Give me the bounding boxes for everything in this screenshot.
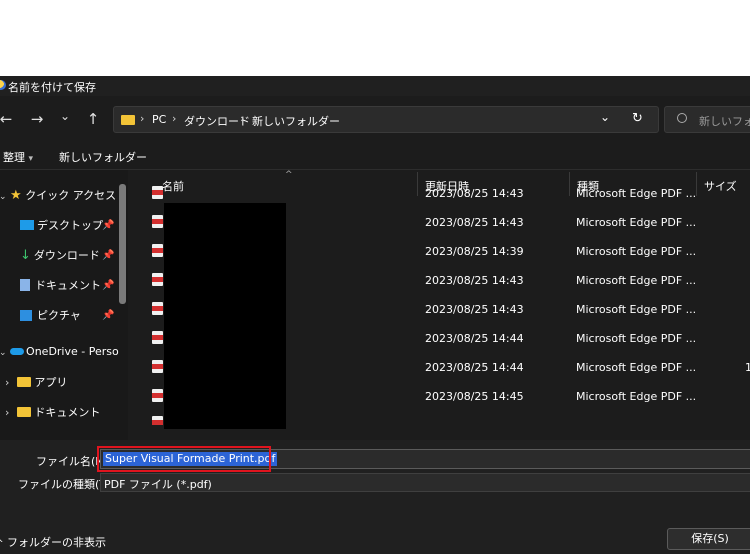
- new-folder-button[interactable]: 新しいフォルダー: [59, 149, 147, 165]
- sidebar-item-documents[interactable]: ドキュメント: [20, 277, 101, 299]
- breadcrumb-separator-icon: ›: [240, 112, 245, 125]
- cell-type: Microsoft Edge PDF ...: [576, 390, 697, 403]
- folder-icon: [17, 407, 32, 417]
- cell-date: 2023/08/25 14:43: [425, 216, 524, 229]
- folder-icon: [17, 377, 32, 387]
- star-icon: ★: [10, 188, 22, 203]
- save-as-dialog: 名前を付けて保存 ← → ⌄ ↑ › PC › ダウンロード › 新しいフォルダ…: [0, 76, 750, 554]
- cell-size: 1: [745, 361, 750, 374]
- pin-icon[interactable]: 📌: [102, 220, 114, 231]
- folder-icon: [121, 115, 135, 125]
- pdf-file-icon: [152, 389, 163, 402]
- command-toolbar: 整理 ▾ 新しいフォルダー: [0, 142, 750, 170]
- sidebar-label: ダウンロード: [33, 249, 100, 262]
- cell-type: Microsoft Edge PDF ...: [576, 303, 697, 316]
- cell-type: Microsoft Edge PDF ...: [576, 216, 697, 229]
- breadcrumb-separator-icon: ›: [172, 112, 177, 125]
- sidebar-item-onedrive-documents[interactable]: › ドキュメント: [5, 404, 100, 426]
- pin-icon[interactable]: 📌: [102, 310, 114, 321]
- app-icon: [0, 80, 6, 90]
- filename-highlight-annotation: [97, 446, 271, 472]
- search-icon: [677, 113, 687, 123]
- sidebar-item-onedrive[interactable]: ⌄ OneDrive - Perso: [0, 345, 119, 367]
- sidebar-label: ドキュメント: [34, 406, 101, 419]
- sidebar-label: アプリ: [34, 376, 68, 389]
- up-arrow-icon[interactable]: ↑: [83, 109, 103, 129]
- search-placeholder: 新しいフォル: [699, 115, 750, 128]
- cell-type: Microsoft Edge PDF ...: [576, 274, 697, 287]
- save-form: ファイル名(N): Super Visual Formade Print.pdf…: [0, 440, 750, 554]
- window-title: 名前を付けて保存: [8, 81, 96, 94]
- expand-chevron-icon[interactable]: ›: [5, 376, 9, 389]
- title-bar: 名前を付けて保存: [0, 76, 750, 96]
- cell-date: 2023/08/25 14:43: [425, 274, 524, 287]
- pdf-file-icon: [152, 215, 163, 228]
- forward-arrow-icon[interactable]: →: [27, 109, 47, 129]
- collapse-chevron-icon[interactable]: ⌄: [0, 348, 7, 358]
- sidebar-item-apps[interactable]: › アプリ: [5, 374, 67, 396]
- refresh-icon[interactable]: ↻: [632, 111, 643, 126]
- save-button[interactable]: 保存(S): [667, 528, 750, 550]
- recent-locations-chevron-icon[interactable]: ⌄: [55, 106, 75, 126]
- navigation-bar: ← → ⌄ ↑ › PC › ダウンロード › 新しいフォルダー ⌄ ↻ 新しい…: [0, 98, 750, 140]
- organize-label: 整理: [3, 151, 25, 164]
- filetype-value: PDF ファイル (*.pdf): [104, 478, 212, 491]
- cell-date: 2023/08/25 14:44: [425, 361, 524, 374]
- cell-date: 2023/08/25 14:43: [425, 303, 524, 316]
- cell-date: 2023/08/25 14:44: [425, 332, 524, 345]
- sidebar-label: ドキュメント: [35, 279, 101, 292]
- pin-icon[interactable]: 📌: [102, 250, 114, 261]
- address-bar[interactable]: › PC › ダウンロード › 新しいフォルダー ⌄ ↻: [113, 106, 659, 133]
- pdf-file-icon: [152, 302, 163, 315]
- sidebar-item-downloads[interactable]: ↓ ダウンロード: [20, 247, 100, 269]
- pdf-file-icon: [152, 331, 163, 344]
- sidebar-label: デスクトップ: [37, 219, 103, 232]
- sort-ascending-icon: ^: [285, 170, 293, 180]
- file-list: 名前 ^ 更新日時 種類 サイズ 2023/08/25 14:43 Microso…: [128, 170, 750, 440]
- breadcrumb-separator-icon: ›: [140, 112, 145, 125]
- chevron-up-icon: ^: [0, 539, 4, 549]
- pdf-file-icon: [152, 244, 163, 257]
- pdf-file-icon: [152, 416, 163, 425]
- pdf-file-icon: [152, 273, 163, 286]
- sidebar-item-pictures[interactable]: ピクチャ: [20, 307, 81, 329]
- download-arrow-icon: ↓: [20, 248, 31, 263]
- cell-date: 2023/08/25 14:39: [425, 245, 524, 258]
- dropdown-arrow-icon: ▾: [28, 154, 34, 164]
- pdf-file-icon: [152, 360, 163, 373]
- cell-date: 2023/08/25 14:45: [425, 390, 524, 403]
- pdf-file-icon: [152, 186, 163, 199]
- sidebar-item-desktop[interactable]: デスクトップ: [20, 217, 103, 239]
- cell-type: Microsoft Edge PDF ...: [576, 187, 697, 200]
- document-icon: [20, 279, 30, 291]
- breadcrumb-new-folder[interactable]: 新しいフォルダー: [252, 113, 340, 129]
- sidebar-scrollbar[interactable]: [119, 184, 126, 304]
- cell-type: Microsoft Edge PDF ...: [576, 361, 697, 374]
- navigation-pane: ⌄ ★ クイック アクセス デスクトップ 📌 ↓ ダウンロード 📌 ドキュメント …: [0, 170, 128, 440]
- back-arrow-icon[interactable]: ←: [0, 109, 16, 129]
- cell-type: Microsoft Edge PDF ...: [576, 245, 697, 258]
- collapse-chevron-icon[interactable]: ⌄: [0, 192, 7, 202]
- filetype-select[interactable]: PDF ファイル (*.pdf): [100, 473, 750, 492]
- sidebar-item-quick-access[interactable]: ⌄ ★ クイック アクセス: [0, 187, 116, 209]
- cell-date: 2023/08/25 14:43: [425, 187, 524, 200]
- expand-chevron-icon[interactable]: ›: [5, 406, 9, 419]
- cloud-icon: [10, 347, 25, 355]
- hide-folders-label: フォルダーの非表示: [7, 536, 107, 549]
- sidebar-label: クイック アクセス: [25, 189, 117, 202]
- address-dropdown-chevron-icon[interactable]: ⌄: [600, 110, 610, 124]
- search-input[interactable]: 新しいフォル: [664, 106, 750, 133]
- sidebar-label: ピクチャ: [37, 309, 81, 322]
- desktop-icon: [20, 220, 34, 230]
- redacted-file-names: [164, 203, 286, 429]
- sidebar-label: OneDrive - Perso: [26, 345, 119, 358]
- cell-type: Microsoft Edge PDF ...: [576, 332, 697, 345]
- pictures-icon: [20, 309, 32, 321]
- breadcrumb-pc[interactable]: PC: [152, 113, 166, 126]
- pin-icon[interactable]: 📌: [102, 280, 114, 291]
- organize-menu-button[interactable]: 整理 ▾: [3, 149, 33, 165]
- hide-folders-toggle[interactable]: ^ フォルダーの非表示: [0, 534, 106, 550]
